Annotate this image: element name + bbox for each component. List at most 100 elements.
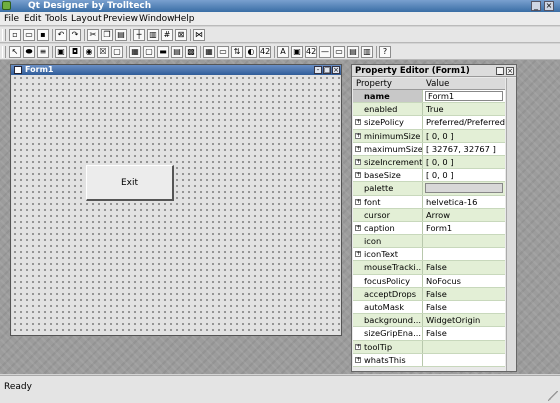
property-value-cell[interactable]: Arrow [424,209,505,221]
push-button-icon[interactable]: ▣ [55,46,67,58]
expand-icon[interactable]: + [355,132,361,139]
property-editor-close-icon[interactable]: × [506,67,514,75]
property-value-cell[interactable] [424,235,505,247]
property-row[interactable]: + sizeIncrement[ 0, 0 ] [353,155,505,170]
textbrowser-icon[interactable]: ▥ [361,46,373,58]
property-row[interactable]: + caption Form1 [353,221,505,236]
property-value-cell[interactable]: [ 0, 0 ] [424,156,505,168]
property-value-cell[interactable]: [ 0, 0 ] [424,169,505,181]
close-icon[interactable]: × [544,1,554,11]
palette-swatch[interactable] [425,183,503,194]
menu-window[interactable]: Window [139,12,175,26]
expand-icon[interactable]: + [355,343,361,350]
menu-tools[interactable]: Tools [45,12,67,26]
line-icon[interactable]: — [319,46,331,58]
property-value-cell[interactable]: Preferred/Preferred [424,116,505,128]
lcd-number-icon[interactable]: 42 [305,46,317,58]
radio-button-icon[interactable]: ◉ [83,46,95,58]
adjust-size-icon[interactable]: ⋈ [193,29,205,41]
layout-vertical-icon[interactable]: ▥ [147,29,159,41]
exit-button[interactable]: Exit [86,165,174,201]
new-file-icon[interactable]: ▫ [9,29,21,41]
form-maximize-icon[interactable]: □ [323,66,331,74]
property-value-cell[interactable]: helvetica-16 [424,196,505,208]
property-value-cell[interactable] [424,354,505,366]
property-row[interactable]: cursor Arrow [353,208,505,222]
property-row[interactable]: focusPolicy NoFocus [353,274,505,288]
property-value-cell[interactable]: False [424,261,505,273]
tab-order-icon[interactable]: ≡ [37,46,49,58]
expand-icon[interactable]: + [355,198,361,205]
cut-icon[interactable]: ✂ [87,29,99,41]
property-value-cell[interactable]: Form1 [424,222,505,234]
expand-icon[interactable]: + [355,158,361,165]
menu-help[interactable]: Help [174,12,195,26]
property-row[interactable]: + whatsThis [353,353,505,367]
iconview-icon[interactable]: ▩ [185,46,197,58]
frame-icon[interactable]: ▦ [129,46,141,58]
property-row[interactable]: + minimumSize[ 0, 0 ] [353,129,505,143]
size-grip-icon[interactable] [548,391,558,401]
menu-edit[interactable]: Edit [24,12,41,26]
property-row[interactable]: + iconText [353,248,505,262]
property-row[interactable]: palette [353,182,505,196]
table-icon[interactable]: ▦ [203,46,215,58]
lcd-icon[interactable]: 42 [259,46,271,58]
property-value-cell[interactable]: False [424,288,505,300]
open-folder-icon[interactable]: ▭ [23,29,35,41]
widget-stack-icon[interactable]: ▢ [143,46,155,58]
property-value-cell[interactable]: Form1 [424,90,505,102]
property-scrollbar[interactable] [506,78,516,371]
expand-icon[interactable]: + [355,356,361,363]
form-minimize-icon[interactable]: - [314,66,322,74]
property-value-cell[interactable]: False [424,327,505,339]
form-title-bar[interactable]: Form1 - □ × [11,65,341,75]
form-window[interactable]: Form1 - □ × Exit [10,64,342,336]
expand-icon[interactable]: + [355,172,361,179]
property-value-cell[interactable] [424,341,505,353]
connect-icon[interactable]: ⬬ [23,46,35,58]
spinbox-icon[interactable]: ⇅ [231,46,243,58]
property-row[interactable]: autoMask False [353,301,505,315]
minimize-icon[interactable]: _ [531,1,541,11]
lineedit-icon[interactable]: ▭ [217,46,229,58]
property-row[interactable]: sizeGripEna... False [353,327,505,341]
expand-icon[interactable]: + [355,251,361,258]
property-row[interactable]: mouseTracki... False [353,261,505,275]
textview-icon[interactable]: ▤ [347,46,359,58]
dial-icon[interactable]: ◐ [245,46,257,58]
property-row[interactable]: icon [353,235,505,249]
menu-preview[interactable]: Preview [103,12,138,26]
progressbar-icon[interactable]: ▭ [333,46,345,58]
property-value-cell[interactable]: True [424,103,505,115]
property-row[interactable]: enabled True [353,103,505,117]
property-row[interactable]: + toolTip [353,340,505,354]
expand-icon[interactable]: + [355,119,361,126]
undo-icon[interactable]: ↶ [55,29,67,41]
checkbox-icon[interactable]: ☒ [97,46,109,58]
save-icon[interactable]: ▪ [37,29,49,41]
name-input[interactable]: Form1 [425,91,503,101]
pixmap-label-icon[interactable]: ▣ [291,46,303,58]
property-value-cell[interactable]: [ 32767, 32767 ] [424,143,505,155]
property-value-cell[interactable]: NoFocus [424,275,505,287]
property-editor-minimize-icon[interactable]: _ [496,67,504,75]
property-row[interactable]: + font helvetica-16 [353,195,505,209]
layout-grid-icon[interactable]: # [161,29,173,41]
label-icon[interactable]: A [277,46,289,58]
property-row[interactable]: + maximumSize[ 32767, 32767 ] [353,142,505,156]
property-value-cell[interactable]: False [424,301,505,313]
listbox-icon[interactable]: ▤ [171,46,183,58]
property-value-cell[interactable] [424,182,505,194]
toolbar-grip[interactable] [2,29,6,41]
form-canvas[interactable]: Exit [12,75,340,335]
form-close-icon[interactable]: × [332,66,340,74]
break-layout-icon[interactable]: ⊠ [175,29,187,41]
property-value-cell[interactable]: WidgetOrigin [424,314,505,326]
property-value-cell[interactable] [424,248,505,260]
property-row[interactable]: background... WidgetOrigin [353,314,505,328]
expand-icon[interactable]: + [355,145,361,152]
toolbar-grip[interactable] [2,46,6,58]
redo-icon[interactable]: ↷ [69,29,81,41]
paste-icon[interactable]: ▤ [115,29,127,41]
